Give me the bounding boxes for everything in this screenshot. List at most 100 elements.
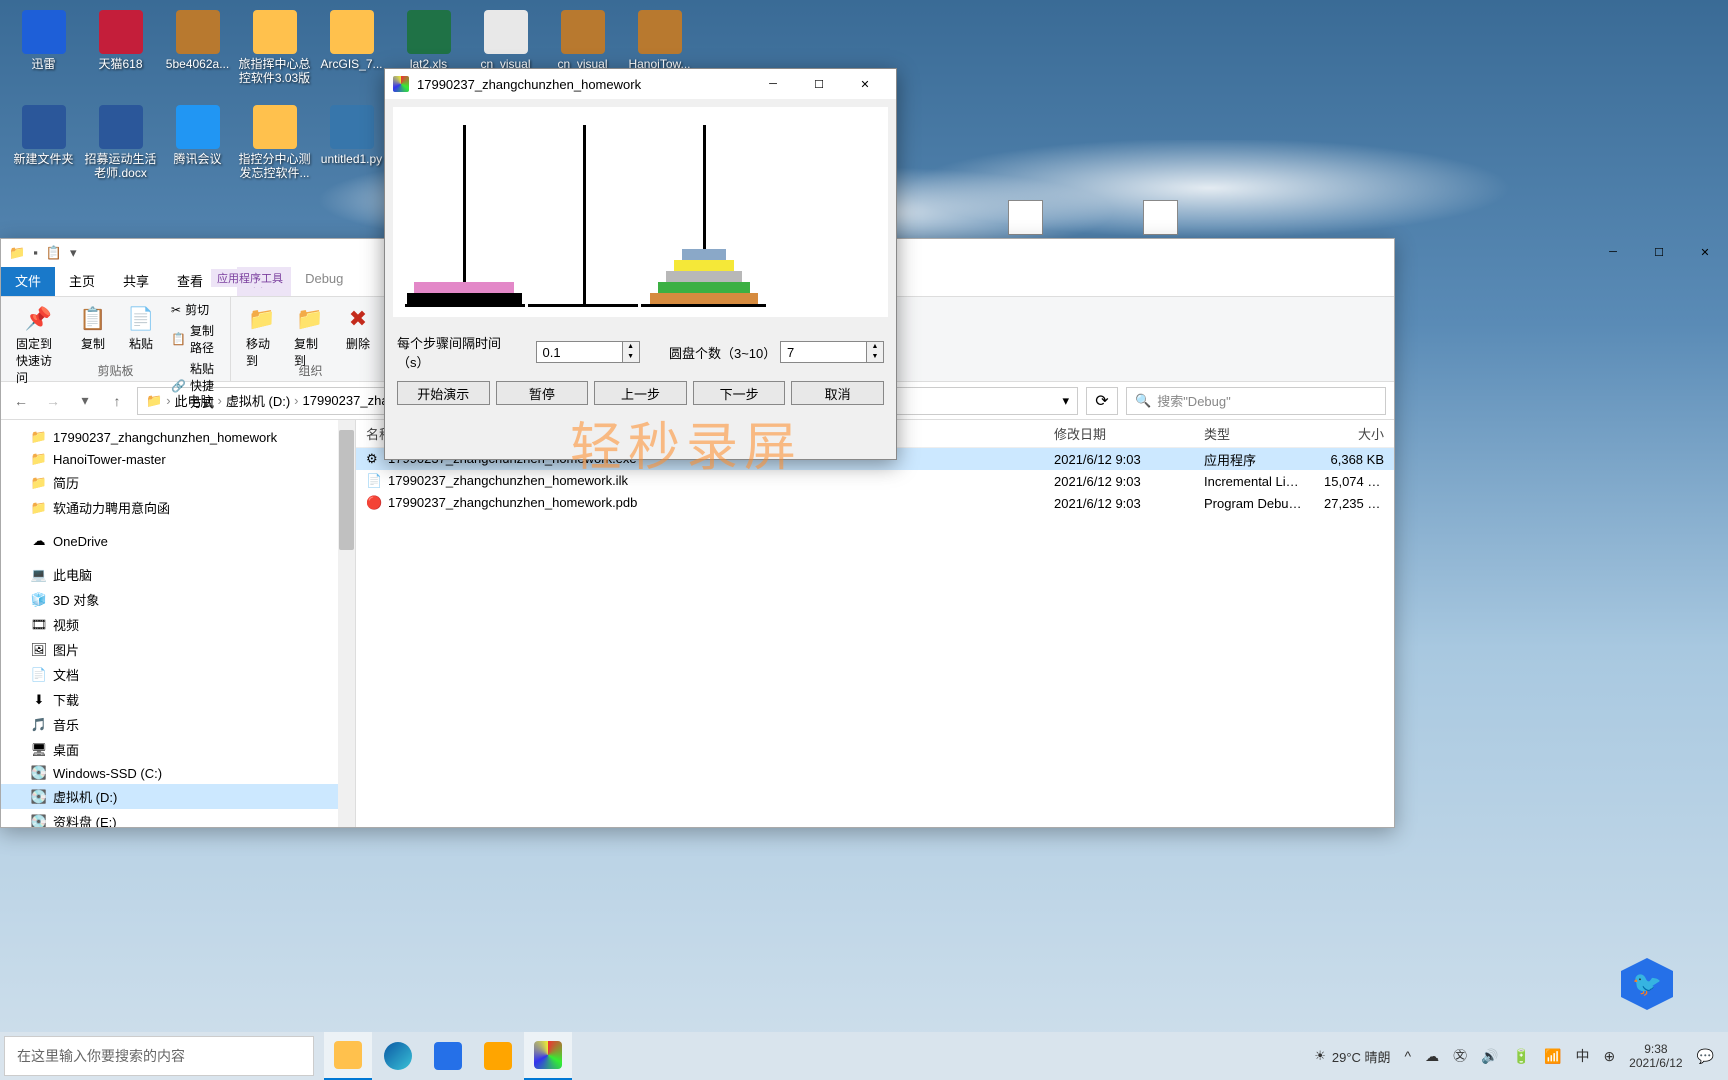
maximize-button[interactable]: ☐	[796, 70, 842, 99]
tray-input-icon[interactable]: ㉆	[1453, 1046, 1467, 1066]
sidebar-item[interactable]: 📁简历	[1, 470, 355, 495]
ribbon-group-clipboard: 📌固定到快速访问 📋复制 📄粘贴 ✂剪切 📋复制路径 🔗粘贴快捷方式 剪贴板	[1, 297, 231, 381]
cut-button[interactable]: ✂剪切	[168, 300, 220, 319]
scrollbar-thumb[interactable]	[339, 430, 354, 550]
desktop-icon[interactable]: ArcGIS_7...	[313, 5, 390, 95]
sidebar-item[interactable]: 📄文档	[1, 662, 355, 687]
crumb-item[interactable]: 虚拟机 (D:)	[226, 391, 290, 410]
clock[interactable]: 9:38 2021/6/12	[1629, 1042, 1682, 1071]
start-button[interactable]: 开始演示	[397, 381, 490, 405]
hanoi-peg	[583, 125, 586, 305]
taskbar-app2[interactable]	[474, 1032, 522, 1080]
scrollbar[interactable]	[338, 420, 355, 827]
window-title: 17990237_zhangchunzhen_homework	[417, 77, 750, 92]
copypath-button[interactable]: 📋复制路径	[168, 321, 220, 357]
tray-chevron-icon[interactable]: ^	[1405, 1048, 1412, 1064]
tray-ime-icon[interactable]: 中	[1575, 1046, 1589, 1066]
interval-spinner[interactable]: ▲▼	[536, 341, 640, 363]
taskbar-search[interactable]: 在这里输入你要搜索的内容	[4, 1036, 314, 1076]
taskbar-explorer[interactable]	[324, 1032, 372, 1080]
tab-debug[interactable]: Debug	[291, 267, 357, 296]
app-icon	[393, 76, 409, 92]
copy-button[interactable]: 📋复制	[72, 300, 114, 355]
tray-volume-icon[interactable]: 🔊	[1481, 1048, 1498, 1065]
delete-button[interactable]: ✖删除	[337, 300, 379, 355]
minimize-button[interactable]: ─	[1590, 238, 1636, 266]
tray-onedrive-icon[interactable]: ☁	[1425, 1048, 1439, 1065]
tray-app-icon[interactable]: ⊕	[1603, 1048, 1615, 1065]
file-row[interactable]: 🔴17990237_zhangchunzhen_homework.pdb2021…	[356, 492, 1394, 514]
spin-up-icon[interactable]: ▲	[867, 342, 883, 352]
taskbar-edge[interactable]	[374, 1032, 422, 1080]
sidebar-item[interactable]: 🎵音乐	[1, 712, 355, 737]
desktop-icon[interactable]: 天猫618	[82, 5, 159, 95]
sidebar-item[interactable]: 📁HanoiTower-master	[1, 448, 355, 470]
file-size: 6,368 KB	[1314, 452, 1394, 467]
sidebar-item[interactable]: 📁软通动力聘用意向函	[1, 495, 355, 520]
pause-button[interactable]: 暂停	[496, 381, 589, 405]
tab-share[interactable]: 共享	[109, 267, 163, 296]
desktop-icon[interactable]: untitled1.py	[313, 100, 390, 190]
close-button[interactable]: ✕	[1682, 238, 1728, 266]
weather-widget[interactable]: ☀ 29°C 晴朗	[1314, 1047, 1390, 1066]
desktop-icon[interactable]: 招募运动生活老师.docx	[82, 100, 159, 190]
count-spinner[interactable]: ▲▼	[780, 341, 884, 363]
sidebar-item[interactable]: 🖥桌面	[1, 737, 355, 762]
sidebar-label: Windows-SSD (C:)	[53, 766, 162, 781]
count-input[interactable]	[781, 342, 866, 362]
close-button[interactable]: ✕	[842, 70, 888, 99]
spin-up-icon[interactable]: ▲	[623, 342, 639, 352]
search-input[interactable]: 🔍 搜索"Debug"	[1126, 387, 1386, 415]
col-type[interactable]: 类型	[1194, 424, 1314, 443]
qat-item[interactable]: ▪	[33, 245, 38, 261]
sidebar-item[interactable]: 🎞视频	[1, 612, 355, 637]
sidebar-item[interactable]: 💽Windows-SSD (C:)	[1, 762, 355, 784]
sidebar-item[interactable]: 💽虚拟机 (D:)	[1, 784, 355, 809]
sidebar-label: 文档	[53, 665, 79, 684]
paste-button[interactable]: 📄粘贴	[120, 300, 162, 355]
tray-battery-icon[interactable]: 🔋	[1513, 1048, 1530, 1065]
taskbar-hanoi[interactable]	[524, 1032, 572, 1080]
maximize-button[interactable]: ☐	[1636, 238, 1682, 266]
file-row[interactable]: 📄17990237_zhangchunzhen_homework.ilk2021…	[356, 470, 1394, 492]
spin-down-icon[interactable]: ▼	[867, 352, 883, 362]
notifications-icon[interactable]: 💬	[1697, 1048, 1714, 1065]
refresh-button[interactable]: ⟳	[1086, 387, 1118, 415]
app-icon	[253, 105, 297, 149]
interval-input[interactable]	[537, 342, 622, 362]
sidebar-item[interactable]: 🧊3D 对象	[1, 587, 355, 612]
tray-wifi-icon[interactable]: 📶	[1544, 1048, 1561, 1065]
qat-item[interactable]: 📋	[46, 245, 62, 261]
next-button[interactable]: 下一步	[693, 381, 786, 405]
minimize-button[interactable]: ─	[750, 70, 796, 99]
desktop-icon[interactable]: 新建文件夹	[5, 100, 82, 190]
icon-label: 5be4062a...	[164, 57, 231, 71]
hanoi-disk	[674, 260, 734, 271]
spin-down-icon[interactable]: ▼	[623, 352, 639, 362]
cancel-button[interactable]: 取消	[791, 381, 884, 405]
tab-file[interactable]: 文件	[1, 267, 55, 296]
desktop-icon[interactable]: 旅指挥中心总控软件3.03版	[236, 5, 313, 95]
tab-home[interactable]: 主页	[55, 267, 109, 296]
chevron-right-icon[interactable]: ›	[294, 393, 298, 408]
desktop-icon[interactable]: 5be4062a...	[159, 5, 236, 95]
sidebar-item[interactable]: ⬇下载	[1, 687, 355, 712]
sidebar-item[interactable]: 💽资料盘 (E:)	[1, 809, 355, 827]
sidebar-item[interactable]: 📁17990237_zhangchunzhen_homework	[1, 426, 355, 448]
prev-button[interactable]: 上一步	[594, 381, 687, 405]
desktop-icon[interactable]: 指控分中心测发忘控软件...	[236, 100, 313, 190]
chevron-down-icon[interactable]: ▾	[1062, 393, 1069, 409]
desktop-icon[interactable]: 迅雷	[5, 5, 82, 95]
qat-item[interactable]: ▾	[70, 245, 77, 261]
col-size[interactable]: 大小	[1314, 424, 1394, 443]
sidebar-item[interactable]: 💻此电脑	[1, 562, 355, 587]
file-size: 15,074 KB	[1314, 474, 1394, 489]
col-date[interactable]: 修改日期	[1044, 424, 1194, 443]
desktop-icon[interactable]: 腾讯会议	[159, 100, 236, 190]
taskbar-app1[interactable]	[424, 1032, 472, 1080]
hanoi-titlebar[interactable]: 17990237_zhangchunzhen_homework ─ ☐ ✕	[385, 69, 896, 99]
sidebar-item[interactable]: 🖼图片	[1, 637, 355, 662]
hanoi-window: 17990237_zhangchunzhen_homework ─ ☐ ✕ 每个…	[384, 68, 897, 460]
tab-view[interactable]: 查看	[163, 267, 217, 296]
sidebar-item[interactable]: ☁OneDrive	[1, 530, 355, 552]
